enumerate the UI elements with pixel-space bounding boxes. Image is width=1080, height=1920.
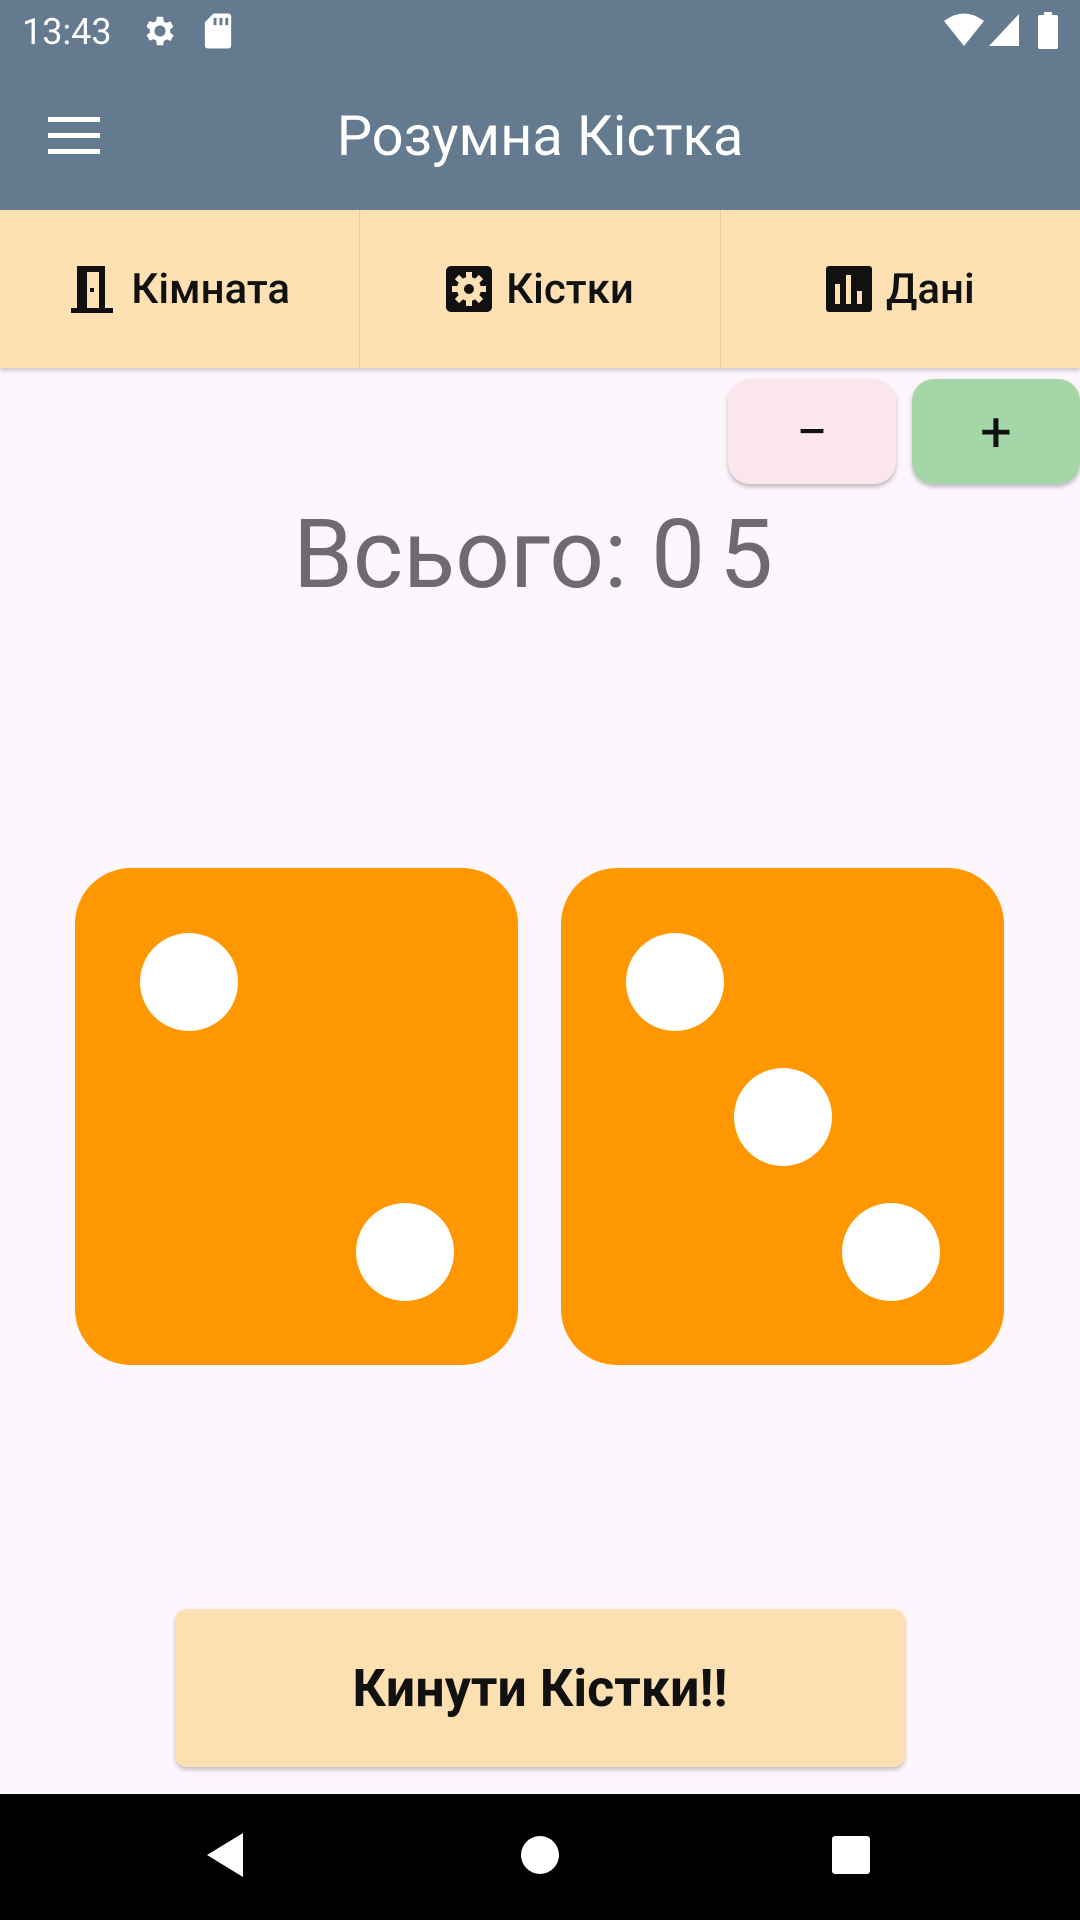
total-value: 05 xyxy=(651,499,788,611)
tab-dice-label: Кістки xyxy=(506,264,634,314)
tab-data[interactable]: Дані xyxy=(721,210,1080,368)
die-pip xyxy=(734,1068,832,1166)
navigation-bar xyxy=(0,1794,1080,1920)
gear-icon xyxy=(146,16,174,46)
total-label: Всього: xyxy=(292,499,628,611)
home-icon[interactable] xyxy=(519,1830,561,1880)
settings-box-icon xyxy=(446,266,493,312)
bar-chart-icon xyxy=(825,266,872,312)
sd-card-icon xyxy=(204,13,232,49)
back-icon[interactable] xyxy=(203,1830,247,1880)
status-bar: 13:43 xyxy=(0,0,1080,63)
tab-dice[interactable]: Кістки xyxy=(360,210,721,368)
door-icon xyxy=(71,266,114,313)
hamburger-menu-icon[interactable] xyxy=(44,111,104,161)
tab-data-label: Дані xyxy=(885,264,975,314)
die-2[interactable] xyxy=(561,868,1004,1365)
roll-dice-button[interactable]: Кинути Кістки!! xyxy=(175,1609,905,1767)
total-display: Всього: 05 xyxy=(0,490,1080,620)
status-time: 13:43 xyxy=(22,11,112,53)
die-pip xyxy=(356,1203,454,1301)
app-title: Розумна Кістка xyxy=(336,103,744,169)
battery-icon xyxy=(1038,12,1058,49)
die-pip xyxy=(140,933,238,1031)
decrease-dice-button[interactable]: − xyxy=(728,379,896,484)
increase-dice-button[interactable]: + xyxy=(912,379,1080,484)
die-pip xyxy=(626,933,724,1031)
app-bar: Розумна Кістка xyxy=(0,63,1080,210)
tab-room[interactable]: Кімната xyxy=(0,210,361,368)
wifi-icon xyxy=(944,13,984,46)
recents-icon[interactable] xyxy=(830,1830,872,1880)
tab-room-label: Кімната xyxy=(131,264,291,314)
die-pip xyxy=(842,1203,940,1301)
die-1[interactable] xyxy=(75,868,518,1365)
tab-bar: Кімната Кістки Дані xyxy=(0,210,1080,368)
signal-icon xyxy=(989,14,1019,46)
